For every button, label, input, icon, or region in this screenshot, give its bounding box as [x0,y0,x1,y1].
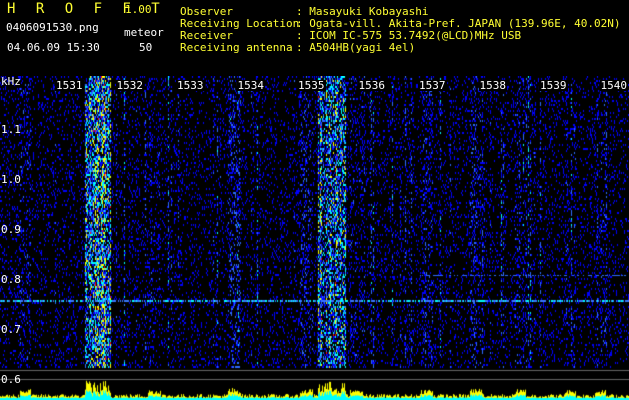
receiver-label: Receiver [180,29,233,42]
time-axis-label: 1533 [176,79,205,92]
y-axis-label: 0.6 [1,373,21,386]
y-axis-label: 0.7 [1,323,21,336]
y-axis-label: 0.8 [1,273,21,286]
time-axis-label: 1537 [418,79,447,92]
time-axis-label: 1539 [539,79,568,92]
time-axis-label: 1532 [115,79,144,92]
time-axis-label: 1531 [55,79,84,92]
time-axis-label: 1540 [599,79,628,92]
observer-label: Observer [180,5,233,18]
mode-label: meteor [124,26,164,39]
time-axis-label: 1536 [357,79,386,92]
receiver-value: : ICOM IC-575 53.7492(@LCD)MHz USB [296,29,522,42]
y-axis-unit: kHz [1,75,21,88]
y-axis-label: 1.1 [1,123,21,136]
y-axis-label: 1.0 [1,173,21,186]
count-value: 50 [139,41,153,54]
spectrogram-waterfall [0,76,629,400]
antenna-value: : A504HB(yagi 4el) [296,41,416,54]
y-axis-label: 0.9 [1,223,21,236]
observer-value: : Masayuki Kobayashi [296,5,429,18]
header-panel: H R O F F T 1.00 0406091530.png meteor 0… [0,0,629,76]
location-value: : Ogata-vill. Akita-Pref. JAPAN (139.96E… [296,17,621,30]
antenna-label: Receiving antenna [180,41,293,54]
filename: 0406091530.png [6,21,99,34]
datetime: 04.06.09 15:30 [7,41,100,54]
location-label: Receiving Location [180,17,300,30]
time-axis-label: 1535 [297,79,326,92]
time-axis-label: 1534 [236,79,265,92]
time-axis-label: 1538 [478,79,507,92]
app-version: 1.00 [125,3,152,16]
